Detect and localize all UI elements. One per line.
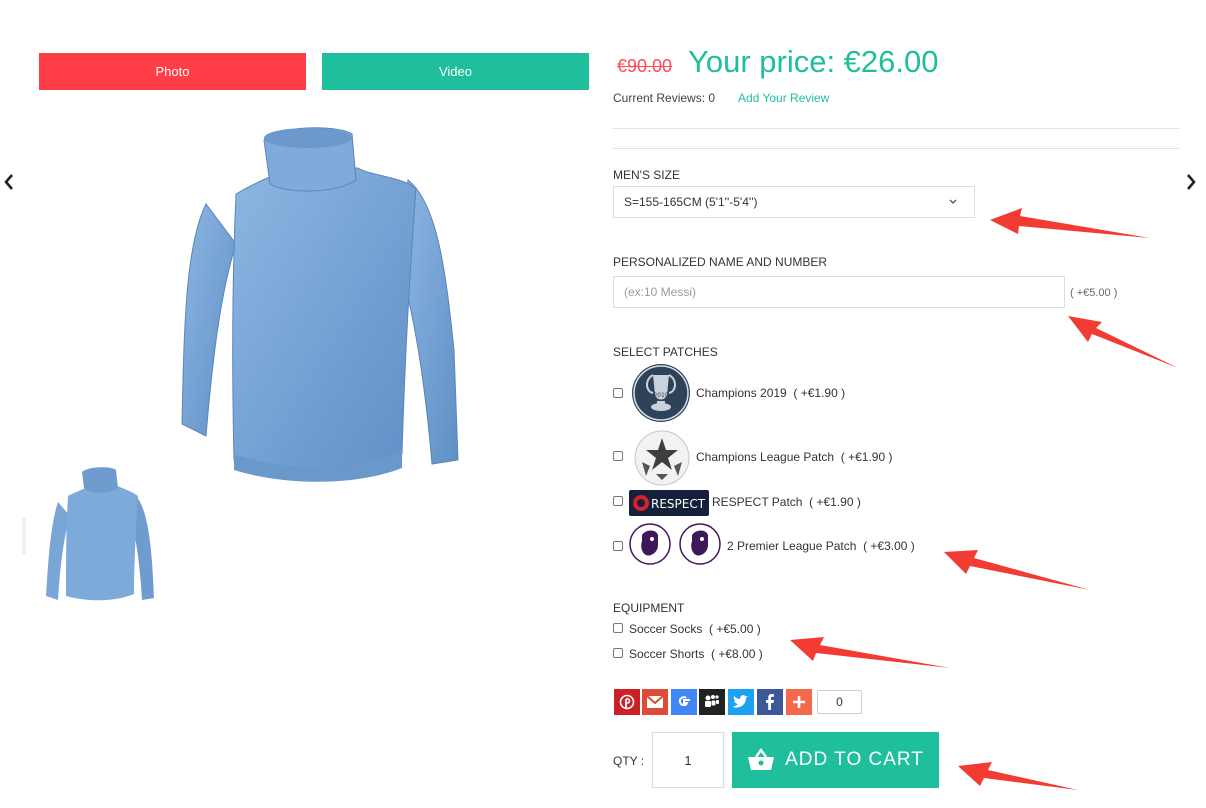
twitter-icon[interactable]	[728, 689, 754, 715]
plus-icon[interactable]	[786, 689, 812, 715]
chevron-down-icon	[949, 199, 957, 204]
add-to-cart-button[interactable]: ADD TO CART	[732, 732, 939, 788]
current-price: Your price: €26.00	[688, 44, 939, 79]
respect-badge-icon: RESPECT	[629, 490, 709, 516]
divider	[613, 148, 1179, 149]
patch-checkbox-premier-league[interactable]	[613, 541, 623, 551]
add-review-link[interactable]: Add Your Review	[738, 91, 829, 105]
equipment-checkbox-shorts[interactable]	[613, 648, 623, 658]
equipment-checkbox-socks[interactable]	[613, 623, 623, 633]
product-main-image	[176, 124, 468, 484]
equipment-option-shorts: Soccer Shorts ( +€8.00 )	[629, 647, 763, 661]
basket-icon	[748, 748, 775, 770]
annotation-arrow	[790, 637, 950, 668]
next-arrow-icon[interactable]	[1184, 172, 1198, 192]
patch-option-premier-league: 2 Premier League Patch ( +€3.00 )	[727, 539, 915, 553]
personalize-label: PERSONALIZED NAME AND NUMBER	[613, 255, 828, 269]
patch-option-respect: RESPECT Patch ( +€1.90 )	[712, 495, 861, 509]
patch-option-champions-2019: Champions 2019 ( +€1.90 )	[696, 386, 846, 400]
champions-2019-badge-icon: 2019	[631, 363, 691, 423]
qty-input[interactable]	[652, 732, 724, 788]
size-select-value: S=155-165CM (5'1''-5'4'')	[624, 195, 758, 209]
annotation-arrow	[990, 208, 1150, 238]
patches-label: SELECT PATCHES	[613, 345, 718, 359]
svg-text:2019: 2019	[653, 392, 668, 399]
prev-arrow-icon[interactable]	[2, 172, 16, 192]
size-select[interactable]: S=155-165CM (5'1''-5'4'')	[613, 186, 975, 218]
review-count: Current Reviews: 0	[613, 91, 716, 105]
qty-label: QTY :	[613, 754, 645, 768]
annotation-arrow	[944, 550, 1090, 590]
personalize-input[interactable]	[613, 276, 1065, 308]
divider	[613, 128, 1179, 129]
share-count: 0	[817, 690, 862, 714]
starball-badge-icon	[634, 430, 690, 486]
personalize-price: ( +€5.00 )	[1070, 287, 1118, 299]
size-label: MEN'S SIZE	[613, 168, 680, 182]
original-price: €90.00	[617, 56, 673, 76]
photo-tab[interactable]: Photo	[39, 53, 306, 90]
myspace-icon[interactable]	[699, 689, 725, 715]
annotation-arrow	[958, 762, 1078, 790]
svg-text:RESPECT: RESPECT	[651, 497, 706, 511]
google-icon[interactable]	[671, 689, 697, 715]
facebook-icon[interactable]	[757, 689, 783, 715]
product-thumbnail[interactable]	[44, 466, 156, 606]
pinterest-icon[interactable]	[614, 689, 640, 715]
patch-checkbox-respect[interactable]	[613, 496, 623, 506]
annotation-arrow	[1068, 316, 1178, 368]
patch-checkbox-champions-league[interactable]	[613, 451, 623, 461]
patch-option-champions-league: Champions League Patch ( +€1.90 )	[696, 450, 893, 464]
video-tab[interactable]: Video	[322, 53, 589, 90]
equipment-option-socks: Soccer Socks ( +€5.00 )	[629, 622, 761, 636]
thumbnail-scroll-handle[interactable]	[22, 518, 26, 554]
patch-checkbox-champions-2019[interactable]	[613, 388, 623, 398]
premier-league-badge-icon	[628, 523, 722, 565]
equipment-label: EQUIPMENT	[613, 601, 685, 615]
add-to-cart-label: ADD TO CART	[785, 749, 924, 770]
gmail-icon[interactable]	[642, 689, 668, 715]
